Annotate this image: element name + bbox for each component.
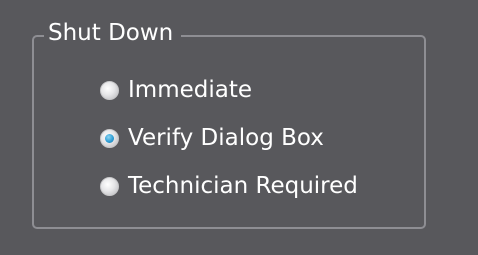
radio-button-icon[interactable] — [100, 176, 119, 196]
radio-option-label: Verify Dialog Box — [128, 125, 324, 151]
radio-option-verify-dialog-box[interactable]: Verify Dialog Box — [100, 122, 324, 154]
radio-button-selected-icon[interactable] — [100, 128, 119, 148]
radio-option-immediate[interactable]: Immediate — [100, 74, 252, 106]
radio-button-icon[interactable] — [100, 80, 119, 100]
radio-option-technician-required[interactable]: Technician Required — [100, 170, 358, 202]
radio-option-label: Technician Required — [128, 173, 358, 199]
shutdown-group-title: Shut Down — [44, 18, 182, 48]
radio-option-label: Immediate — [128, 77, 252, 103]
